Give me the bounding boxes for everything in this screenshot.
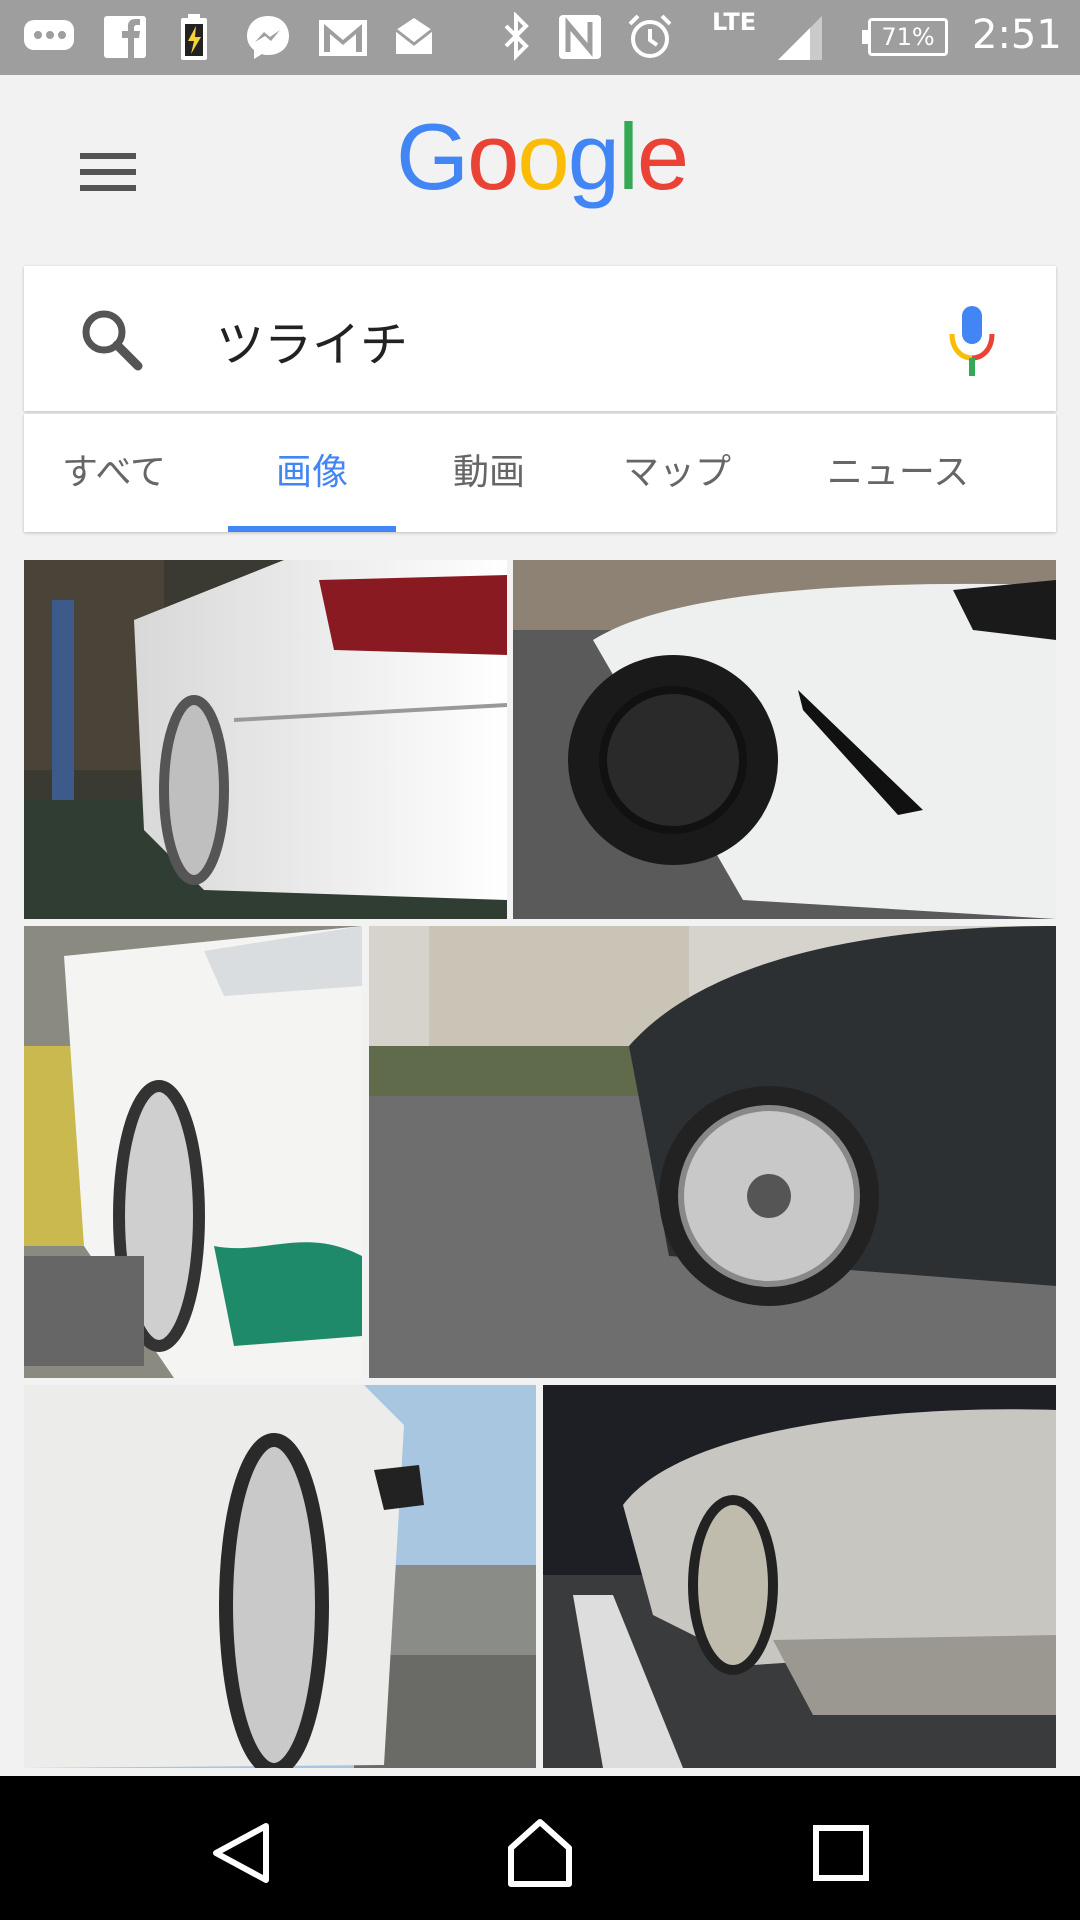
logo-letter: g bbox=[567, 104, 620, 209]
logo-letter: e bbox=[636, 104, 689, 209]
logo-letter: l bbox=[617, 104, 639, 209]
tab-all[interactable]: すべて bbox=[54, 414, 174, 532]
network-type-label: LTE bbox=[712, 8, 757, 36]
tab-all-label: すべて bbox=[61, 452, 167, 493]
tab-maps-label: マップ bbox=[622, 452, 731, 493]
chat-bubble-icon bbox=[24, 20, 74, 50]
nfc-icon bbox=[559, 15, 601, 59]
back-icon[interactable] bbox=[196, 1808, 286, 1898]
alarm-icon bbox=[628, 14, 672, 58]
recent-apps-icon[interactable] bbox=[796, 1808, 886, 1898]
mail-icon bbox=[395, 18, 433, 54]
search-tabs: すべて 画像 動画 マップ ニュース bbox=[24, 414, 1056, 532]
gmail-icon bbox=[319, 20, 367, 56]
image-result-5[interactable] bbox=[24, 1385, 536, 1768]
tab-maps[interactable]: マップ bbox=[602, 414, 752, 532]
tab-videos-label: 動画 bbox=[452, 452, 525, 493]
image-result-3[interactable] bbox=[24, 926, 362, 1378]
menu-icon-line-middle bbox=[80, 169, 136, 175]
signal-icon bbox=[778, 16, 822, 60]
system-navigation-bar bbox=[0, 1776, 1080, 1920]
active-tab-indicator bbox=[228, 526, 396, 532]
battery-icon: 71% bbox=[862, 18, 948, 56]
search-icon[interactable] bbox=[76, 304, 146, 374]
image-result-4[interactable] bbox=[369, 926, 1056, 1378]
tab-news[interactable]: ニュース bbox=[808, 414, 988, 532]
microphone-icon[interactable] bbox=[942, 302, 1002, 382]
tab-videos[interactable]: 動画 bbox=[434, 414, 544, 532]
logo-letter: G bbox=[396, 104, 469, 209]
clock-label: 2:51 bbox=[972, 12, 1062, 58]
battery-percent-label: 71% bbox=[881, 23, 935, 51]
search-input[interactable] bbox=[214, 298, 918, 382]
menu-icon-line-bottom bbox=[80, 185, 136, 191]
logo-letter: o bbox=[517, 104, 569, 209]
tab-news-label: ニュース bbox=[826, 452, 970, 493]
search-bar bbox=[24, 266, 1056, 411]
tab-images-label: 画像 bbox=[275, 452, 348, 493]
home-icon[interactable] bbox=[495, 1808, 585, 1898]
tab-images[interactable]: 画像 bbox=[228, 414, 396, 532]
logo-letter: o bbox=[467, 104, 519, 209]
menu-icon-line-top bbox=[80, 153, 136, 159]
hamburger-menu-button[interactable] bbox=[68, 145, 148, 201]
image-result-2[interactable] bbox=[513, 560, 1056, 919]
status-bar: LTE 71% 2:51 bbox=[0, 0, 1080, 75]
battery-saver-icon bbox=[181, 14, 207, 60]
messenger-icon bbox=[247, 16, 289, 59]
google-logo[interactable]: Google bbox=[396, 104, 689, 209]
bluetooth-icon bbox=[504, 12, 529, 61]
image-result-1[interactable] bbox=[24, 560, 507, 919]
facebook-icon bbox=[104, 16, 146, 58]
image-result-6[interactable] bbox=[543, 1385, 1056, 1768]
